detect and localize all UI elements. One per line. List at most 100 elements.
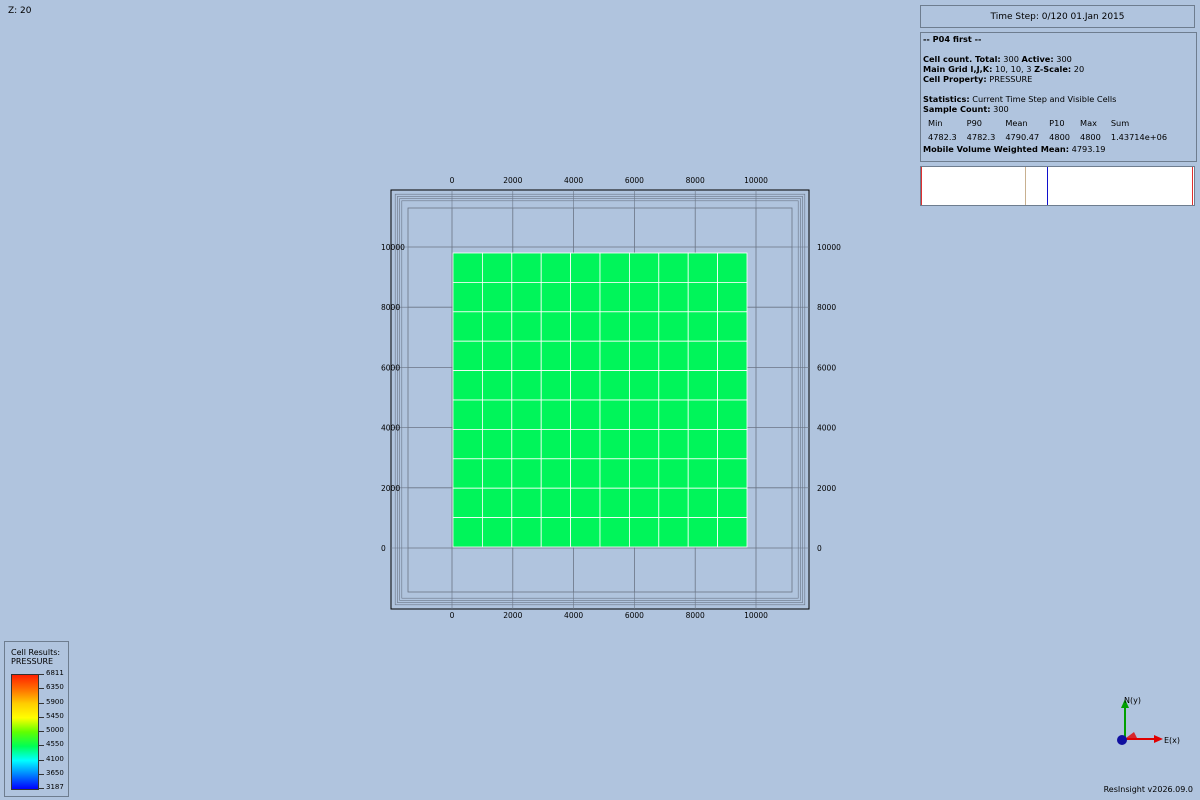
grid-cell — [570, 281, 601, 313]
grid-cell — [570, 428, 601, 460]
grid-cell — [629, 458, 660, 489]
grid-cell — [452, 458, 483, 489]
grid-cell — [481, 458, 513, 489]
y-tick-label-left: 10000 — [381, 243, 405, 252]
grid-cell — [717, 370, 748, 401]
grid-cell — [717, 340, 748, 372]
stats-value-sum: 1.43714e+06 — [1110, 132, 1168, 142]
stats-header-min: Min — [928, 118, 943, 128]
cell-property-value: PRESSURE — [989, 74, 1033, 84]
grid-cell — [452, 311, 483, 342]
grid-cell — [629, 370, 660, 401]
x-tick-label-bottom: 0 — [450, 611, 455, 620]
color-legend: Cell Results: PRESSURE 6811 6350 5900 5450 5… — [4, 641, 69, 797]
grid-cell — [599, 428, 630, 460]
y-tick-label-right: 10000 — [817, 243, 841, 252]
grid-cell — [658, 399, 689, 430]
grid-cell — [687, 399, 719, 430]
grid-cell — [717, 281, 748, 313]
grid-cell — [658, 487, 689, 519]
grid-cell — [511, 311, 542, 342]
y-tick-label-right: 6000 — [817, 363, 836, 372]
legend-tick — [38, 788, 44, 789]
north-label: N(y) — [1124, 696, 1141, 705]
grid-cell — [658, 340, 689, 372]
east-label: E(x) — [1164, 736, 1180, 745]
grid-cell — [629, 340, 660, 372]
legend-title: Cell Results: — [11, 648, 61, 657]
grid-cell — [511, 517, 542, 548]
legend-level-label: 6811 — [46, 669, 64, 677]
grid-cell — [658, 517, 689, 548]
grid-cell — [511, 370, 542, 401]
grid-cell — [452, 517, 483, 548]
stats-value-p90: 4782.3 — [966, 132, 996, 142]
legend-tick — [38, 759, 44, 761]
grid-cell — [717, 487, 748, 519]
zscale-label: Z-Scale: — [1034, 64, 1072, 74]
legend-level-label: 4100 — [46, 754, 64, 763]
stats-header-mean: Mean — [1005, 118, 1028, 128]
legend-tick — [38, 674, 44, 675]
histogram-marker — [1046, 167, 1048, 205]
legend-property: PRESSURE — [11, 657, 54, 666]
grid-cell — [540, 370, 572, 401]
grid-cell — [570, 252, 601, 283]
grid-cell — [599, 487, 630, 519]
statistics-value: Current Time Step and Visible Cells — [972, 94, 1117, 104]
east-arrow-icon — [1154, 735, 1163, 743]
grid-cell — [540, 399, 572, 430]
grid-cell — [511, 340, 542, 372]
legend-level-label: 6350 — [46, 683, 64, 692]
main-grid-label: Main Grid I,J,K: — [923, 64, 993, 74]
x-tick-label-bottom: 6000 — [625, 611, 644, 620]
legend-tick — [38, 773, 44, 775]
grid-cell — [540, 458, 572, 489]
grid-cell — [570, 517, 601, 548]
stats-value-row: 4782.3 4782.3 4790.47 4800 4800 1.43714e… — [923, 130, 1172, 144]
grid-cell — [687, 311, 719, 342]
grid-cell — [452, 281, 483, 313]
time-step-panel: Time Step: 0/120 01.Jan 2015 — [920, 5, 1195, 28]
info-panel: -- P04 first -- Cell count. Total: 300 A… — [920, 32, 1197, 162]
grid-cell — [452, 252, 483, 283]
statistics-table: Min P90 Mean P10 Max Sum 4782.3 4782.3 4… — [923, 116, 1172, 144]
grid-cell — [452, 487, 483, 519]
histogram-marker — [1192, 167, 1193, 205]
y-tick-label-right: 4000 — [817, 424, 836, 433]
zscale-value: 20 — [1073, 64, 1085, 74]
stats-value-mean: 4790.47 — [1005, 132, 1040, 142]
mobile-mean-label: Mobile Volume Weighted Mean: — [923, 144, 1070, 154]
grid-cell — [687, 517, 719, 548]
grid-cell — [599, 370, 630, 401]
grid-cell — [481, 311, 513, 342]
histogram-panel — [920, 166, 1195, 206]
grid-cell — [570, 311, 601, 342]
stats-value-max: 4800 — [1080, 132, 1101, 142]
cell-count-total: 300 — [1003, 54, 1019, 64]
grid-cell — [687, 370, 719, 401]
stats-header-max: Max — [1080, 118, 1097, 128]
x-tick-label-top: 2000 — [503, 176, 522, 185]
grid-cell — [540, 311, 572, 342]
main-grid-value: 10, 10, 3 — [994, 64, 1032, 74]
grid-cell — [629, 311, 660, 342]
grid-cell — [511, 281, 542, 313]
y-tick-label-left: 8000 — [381, 303, 400, 312]
grid-cell — [629, 487, 660, 519]
grid-cell — [687, 487, 719, 519]
up-axis-icon — [1117, 735, 1127, 745]
grid-cell — [599, 340, 630, 372]
grid-cell — [629, 517, 660, 548]
grid-cell — [570, 487, 601, 519]
stats-header-sum: Sum — [1110, 118, 1130, 128]
grid-cell — [658, 252, 689, 283]
grid-cell — [452, 399, 483, 430]
y-tick-label-right: 2000 — [817, 484, 836, 493]
grid-cell — [511, 458, 542, 489]
legend-color-bar — [11, 674, 39, 790]
x-tick-label-top: 10000 — [744, 176, 768, 185]
grid-cell — [570, 399, 601, 430]
grid-cell — [540, 517, 572, 548]
active-label: Active: — [1021, 54, 1054, 64]
